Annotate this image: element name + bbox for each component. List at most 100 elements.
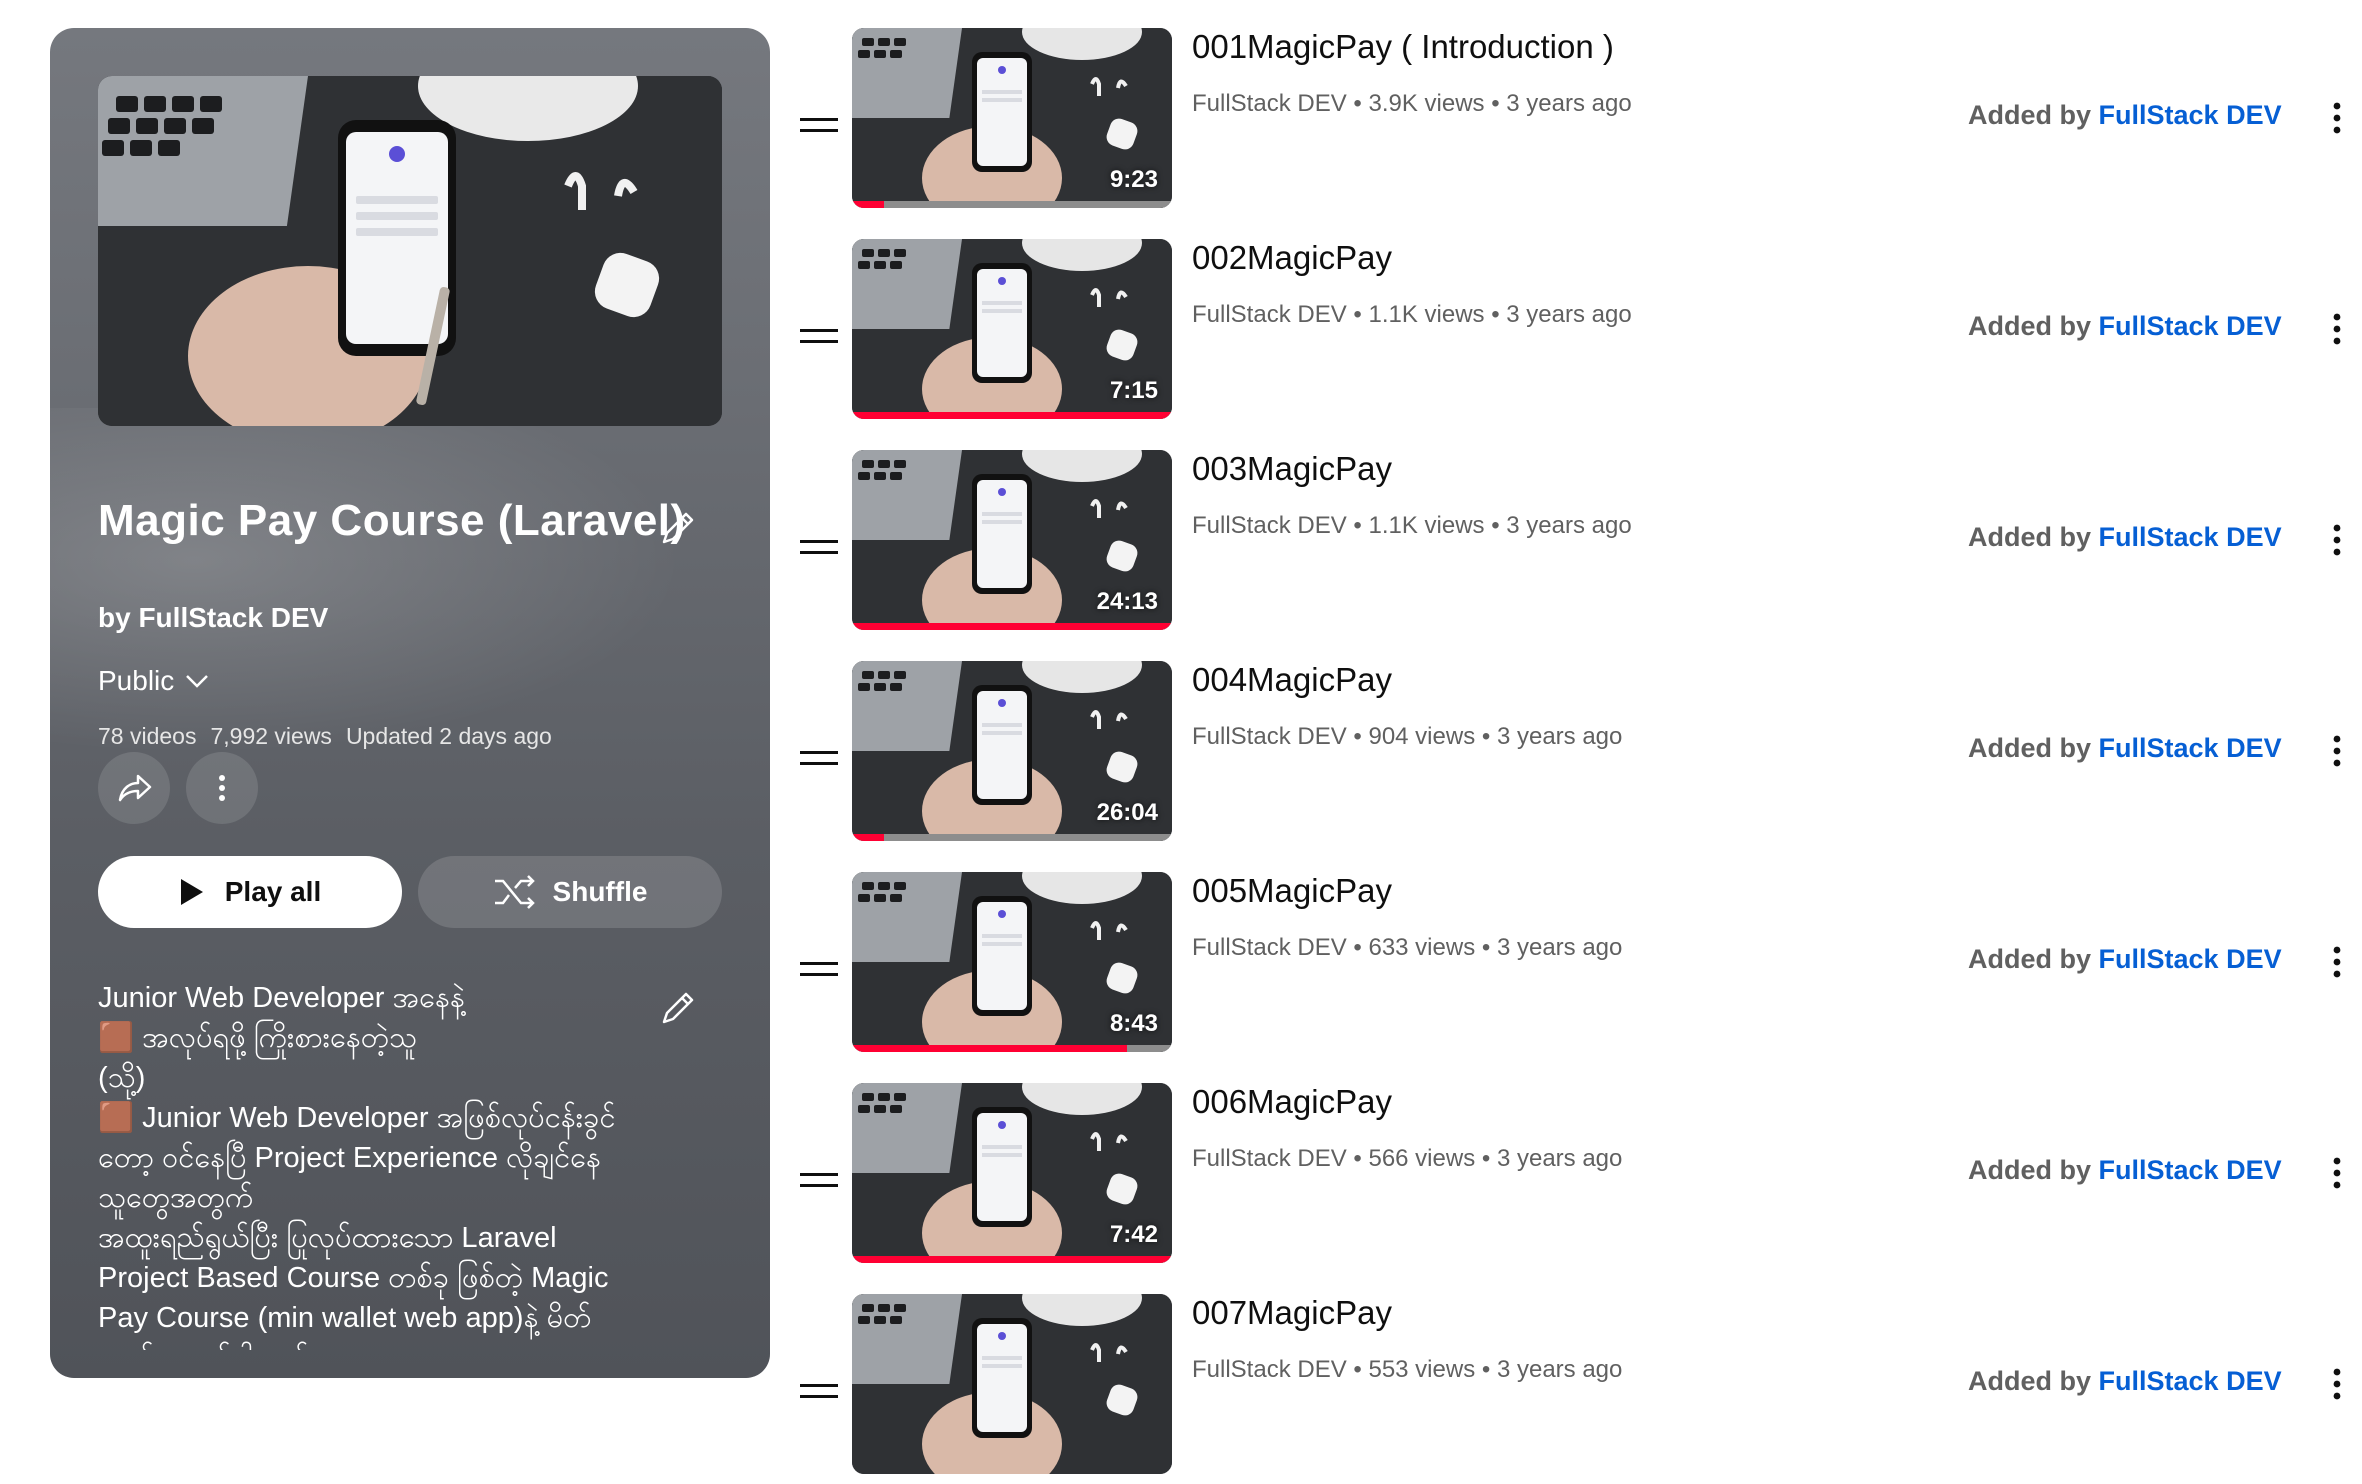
meta-separator: •: [1481, 1145, 1497, 1172]
playlist-video-row[interactable]: 007MagicPay FullStack DEV • 553 views • …: [790, 1294, 2350, 1484]
video-menu-button[interactable]: [2322, 940, 2352, 984]
added-by-channel-link[interactable]: FullStack DEV: [2099, 1155, 2282, 1185]
more-vert-icon: [2333, 102, 2341, 134]
added-by-channel-link[interactable]: FullStack DEV: [2099, 522, 2282, 552]
watch-progress-fill: [852, 201, 884, 208]
meta-separator: •: [1353, 512, 1369, 539]
video-thumbnail[interactable]: 7:42: [852, 1083, 1172, 1263]
video-menu-button[interactable]: [2322, 96, 2352, 140]
video-channel[interactable]: FullStack DEV: [1192, 301, 1347, 328]
video-channel[interactable]: FullStack DEV: [1192, 934, 1347, 961]
video-menu-button[interactable]: [2322, 1151, 2352, 1195]
video-channel[interactable]: FullStack DEV: [1192, 723, 1347, 750]
watch-progress-fill: [852, 1256, 1172, 1263]
video-views: 566 views: [1368, 1145, 1476, 1172]
playlist-owner[interactable]: by FullStack DEV: [98, 602, 328, 634]
more-vert-icon: [219, 775, 225, 801]
video-duration: 7:42: [1109, 1221, 1158, 1248]
playlist-video-row[interactable]: 26:04 004MagicPay FullStack DEV • 904 vi…: [790, 661, 2350, 851]
updated-time: Updated 2 days ago: [345, 723, 552, 749]
more-vert-icon: [2333, 1157, 2341, 1189]
meta-separator: •: [1353, 301, 1369, 328]
pencil-icon: [662, 992, 694, 1024]
drag-handle-icon[interactable]: [800, 1173, 838, 1189]
edit-title-button[interactable]: [654, 504, 702, 552]
shuffle-icon: [494, 875, 535, 909]
playlist-video-row[interactable]: 7:42 006MagicPay FullStack DEV • 566 vie…: [790, 1083, 2350, 1273]
video-duration: 26:04: [1096, 799, 1158, 826]
playlist-header-panel: Magic Pay Course (Laravel) by FullStack …: [50, 28, 770, 1378]
added-by-channel-link[interactable]: FullStack DEV: [2099, 100, 2282, 130]
watch-progress-bar: [852, 623, 1172, 630]
video-meta: FullStack DEV • 904 views • 3 years ago: [1192, 723, 1622, 751]
added-by: Added by FullStack DEV: [1968, 1155, 2282, 1186]
video-views: 1.1K views: [1368, 512, 1485, 539]
meta-separator: •: [1353, 1356, 1369, 1383]
more-vert-icon: [2333, 1368, 2341, 1400]
video-title[interactable]: 007MagicPay: [1192, 1294, 1392, 1332]
play-all-button[interactable]: Play all: [98, 856, 402, 928]
edit-description-button[interactable]: [654, 984, 702, 1032]
video-channel[interactable]: FullStack DEV: [1192, 1145, 1347, 1172]
watch-progress-bar: [852, 834, 1172, 841]
shuffle-button[interactable]: Shuffle: [418, 856, 722, 928]
video-menu-button[interactable]: [2322, 1362, 2352, 1406]
video-title[interactable]: 005MagicPay: [1192, 872, 1392, 910]
added-by-channel-link[interactable]: FullStack DEV: [2099, 1366, 2282, 1396]
added-by: Added by FullStack DEV: [1968, 311, 2282, 342]
drag-handle-icon[interactable]: [800, 540, 838, 556]
share-button[interactable]: [98, 752, 170, 824]
video-channel[interactable]: FullStack DEV: [1192, 512, 1347, 539]
video-channel[interactable]: FullStack DEV: [1192, 90, 1347, 117]
meta-separator: •: [1491, 301, 1507, 328]
meta-separator: •: [1353, 1145, 1369, 1172]
privacy-dropdown[interactable]: Public: [98, 665, 210, 697]
added-by-channel-link[interactable]: FullStack DEV: [2099, 733, 2282, 763]
video-thumbnail[interactable]: 24:13: [852, 450, 1172, 630]
video-meta: FullStack DEV • 1.1K views • 3 years ago: [1192, 301, 1632, 329]
video-thumbnail[interactable]: 9:23: [852, 28, 1172, 208]
play-icon: [180, 879, 203, 905]
video-channel[interactable]: FullStack DEV: [1192, 1356, 1347, 1383]
video-thumbnail[interactable]: 7:15: [852, 239, 1172, 419]
added-by-prefix: Added by: [1968, 1155, 2092, 1185]
meta-separator: •: [1481, 934, 1497, 961]
drag-handle-icon[interactable]: [800, 329, 838, 345]
privacy-label: Public: [98, 665, 175, 696]
video-menu-button[interactable]: [2322, 729, 2352, 773]
playlist-stats: 78 videos 7,992 views Updated 2 days ago: [98, 723, 552, 750]
drag-handle-icon[interactable]: [800, 118, 838, 134]
playlist-video-row[interactable]: 24:13 003MagicPay FullStack DEV • 1.1K v…: [790, 450, 2350, 640]
added-by-channel-link[interactable]: FullStack DEV: [2099, 311, 2282, 341]
added-by-prefix: Added by: [1968, 100, 2092, 130]
video-title[interactable]: 001MagicPay ( Introduction ): [1192, 28, 1614, 66]
playlist-video-row[interactable]: 9:23 001MagicPay ( Introduction ) FullSt…: [790, 28, 2350, 218]
video-age: 3 years ago: [1506, 90, 1632, 117]
drag-handle-icon[interactable]: [800, 962, 838, 978]
drag-handle-icon[interactable]: [800, 751, 838, 767]
play-all-label: Play all: [224, 876, 322, 907]
video-age: 3 years ago: [1496, 1356, 1623, 1383]
added-by-channel-link[interactable]: FullStack DEV: [2099, 944, 2282, 974]
watch-progress-bar: [852, 412, 1172, 419]
added-by: Added by FullStack DEV: [1968, 522, 2282, 553]
video-thumbnail[interactable]: [852, 1294, 1172, 1474]
video-title[interactable]: 004MagicPay: [1192, 661, 1392, 699]
playlist-thumbnail[interactable]: [98, 76, 722, 426]
video-thumbnail[interactable]: 26:04: [852, 661, 1172, 841]
pencil-icon: [662, 512, 694, 544]
added-by-prefix: Added by: [1968, 944, 2092, 974]
video-meta: FullStack DEV • 1.1K views • 3 years ago: [1192, 512, 1632, 540]
share-icon: [118, 774, 152, 802]
video-menu-button[interactable]: [2322, 307, 2352, 351]
video-title[interactable]: 002MagicPay: [1192, 239, 1392, 277]
video-thumbnail[interactable]: 8:43: [852, 872, 1172, 1052]
more-actions-button[interactable]: [186, 752, 258, 824]
playlist-video-row[interactable]: 7:15 002MagicPay FullStack DEV • 1.1K vi…: [790, 239, 2350, 429]
video-title[interactable]: 003MagicPay: [1192, 450, 1392, 488]
video-menu-button[interactable]: [2322, 518, 2352, 562]
shuffle-label: Shuffle: [552, 876, 648, 907]
drag-handle-icon[interactable]: [800, 1384, 838, 1400]
playlist-video-row[interactable]: 8:43 005MagicPay FullStack DEV • 633 vie…: [790, 872, 2350, 1062]
video-title[interactable]: 006MagicPay: [1192, 1083, 1392, 1121]
